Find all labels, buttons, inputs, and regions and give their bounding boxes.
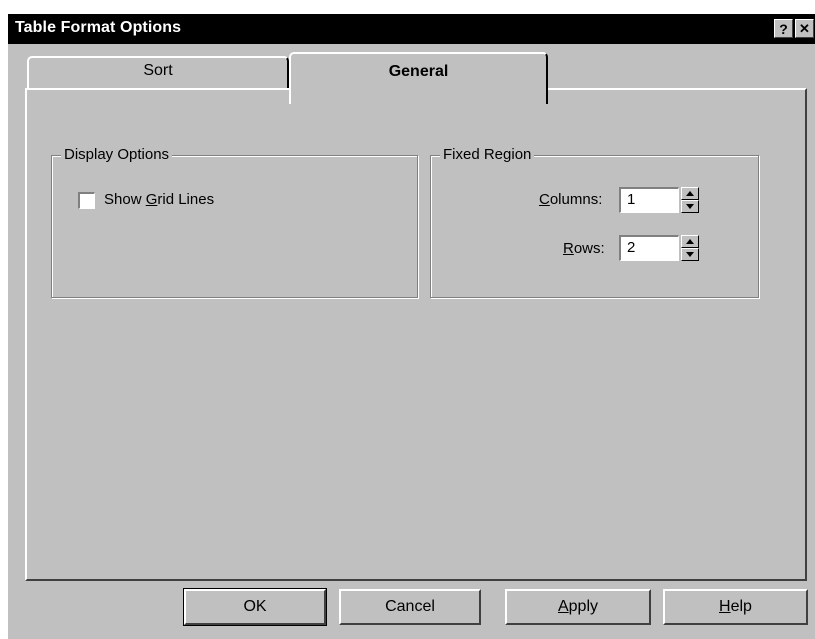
rows-input[interactable]: 2 <box>619 235 679 261</box>
cancel-button[interactable]: Cancel <box>339 589 481 625</box>
window-title: Table Format Options <box>15 19 182 36</box>
columns-spin-down-icon[interactable] <box>681 200 699 213</box>
rows-mnemonic: R <box>563 240 574 257</box>
help-icon[interactable]: ? <box>774 19 793 38</box>
spin-down-icon <box>686 204 694 209</box>
columns-spinner <box>681 187 699 213</box>
apply-mnemonic: A <box>557 598 569 615</box>
display-options-group: Display Options Show Grid Lines <box>51 146 418 298</box>
show-grid-lines-checkbox[interactable] <box>78 192 95 209</box>
help-button-label: elp <box>730 598 752 615</box>
spin-down-icon <box>686 252 694 257</box>
show-grid-lines-label-pre: Show <box>104 191 146 208</box>
rows-spin-down-icon[interactable] <box>681 248 699 261</box>
columns-input[interactable]: 1 <box>619 187 679 213</box>
show-grid-lines-label[interactable]: Show Grid Lines <box>104 191 214 208</box>
close-icon[interactable]: ✕ <box>795 19 814 38</box>
rows-spin-up-icon[interactable] <box>681 235 699 248</box>
columns-label: Columns: <box>539 191 602 208</box>
fixed-region-group: Fixed Region Columns: 1 Rows: 2 <box>430 146 759 298</box>
close-glyph: ✕ <box>799 21 810 36</box>
apply-button[interactable]: Apply <box>505 589 651 625</box>
columns-spin-up-icon[interactable] <box>681 187 699 200</box>
rows-label-post: ows: <box>573 240 605 257</box>
cancel-button-label: Cancel <box>385 598 435 615</box>
help-mnemonic: H <box>719 598 731 615</box>
general-tab-panel: Display Options Show Grid Lines Fixed Re… <box>25 88 807 581</box>
rows-label: Rows: <box>563 240 605 257</box>
show-grid-lines-mnemonic: G <box>145 191 158 208</box>
rows-spinner <box>681 235 699 261</box>
apply-button-label: pply <box>568 598 599 615</box>
title-bar[interactable]: Table Format Options ? ✕ <box>8 14 815 44</box>
help-glyph: ? <box>779 20 788 37</box>
columns-mnemonic: C <box>539 191 550 208</box>
help-button[interactable]: Help <box>663 589 808 625</box>
spin-up-icon <box>686 191 694 196</box>
spin-up-icon <box>686 239 694 244</box>
table-format-options-dialog: Table Format Options ? ✕ Sort General Di… <box>8 14 815 639</box>
columns-label-post: olumns: <box>549 191 603 208</box>
show-grid-lines-label-post: rid Lines <box>157 191 215 208</box>
tab-general-label: General <box>388 63 449 80</box>
tab-general[interactable]: General <box>289 52 548 104</box>
ok-button-label: OK <box>243 598 267 615</box>
display-options-legend: Display Options <box>61 146 173 163</box>
ok-button[interactable]: OK <box>183 588 327 626</box>
fixed-region-legend: Fixed Region <box>440 146 535 163</box>
